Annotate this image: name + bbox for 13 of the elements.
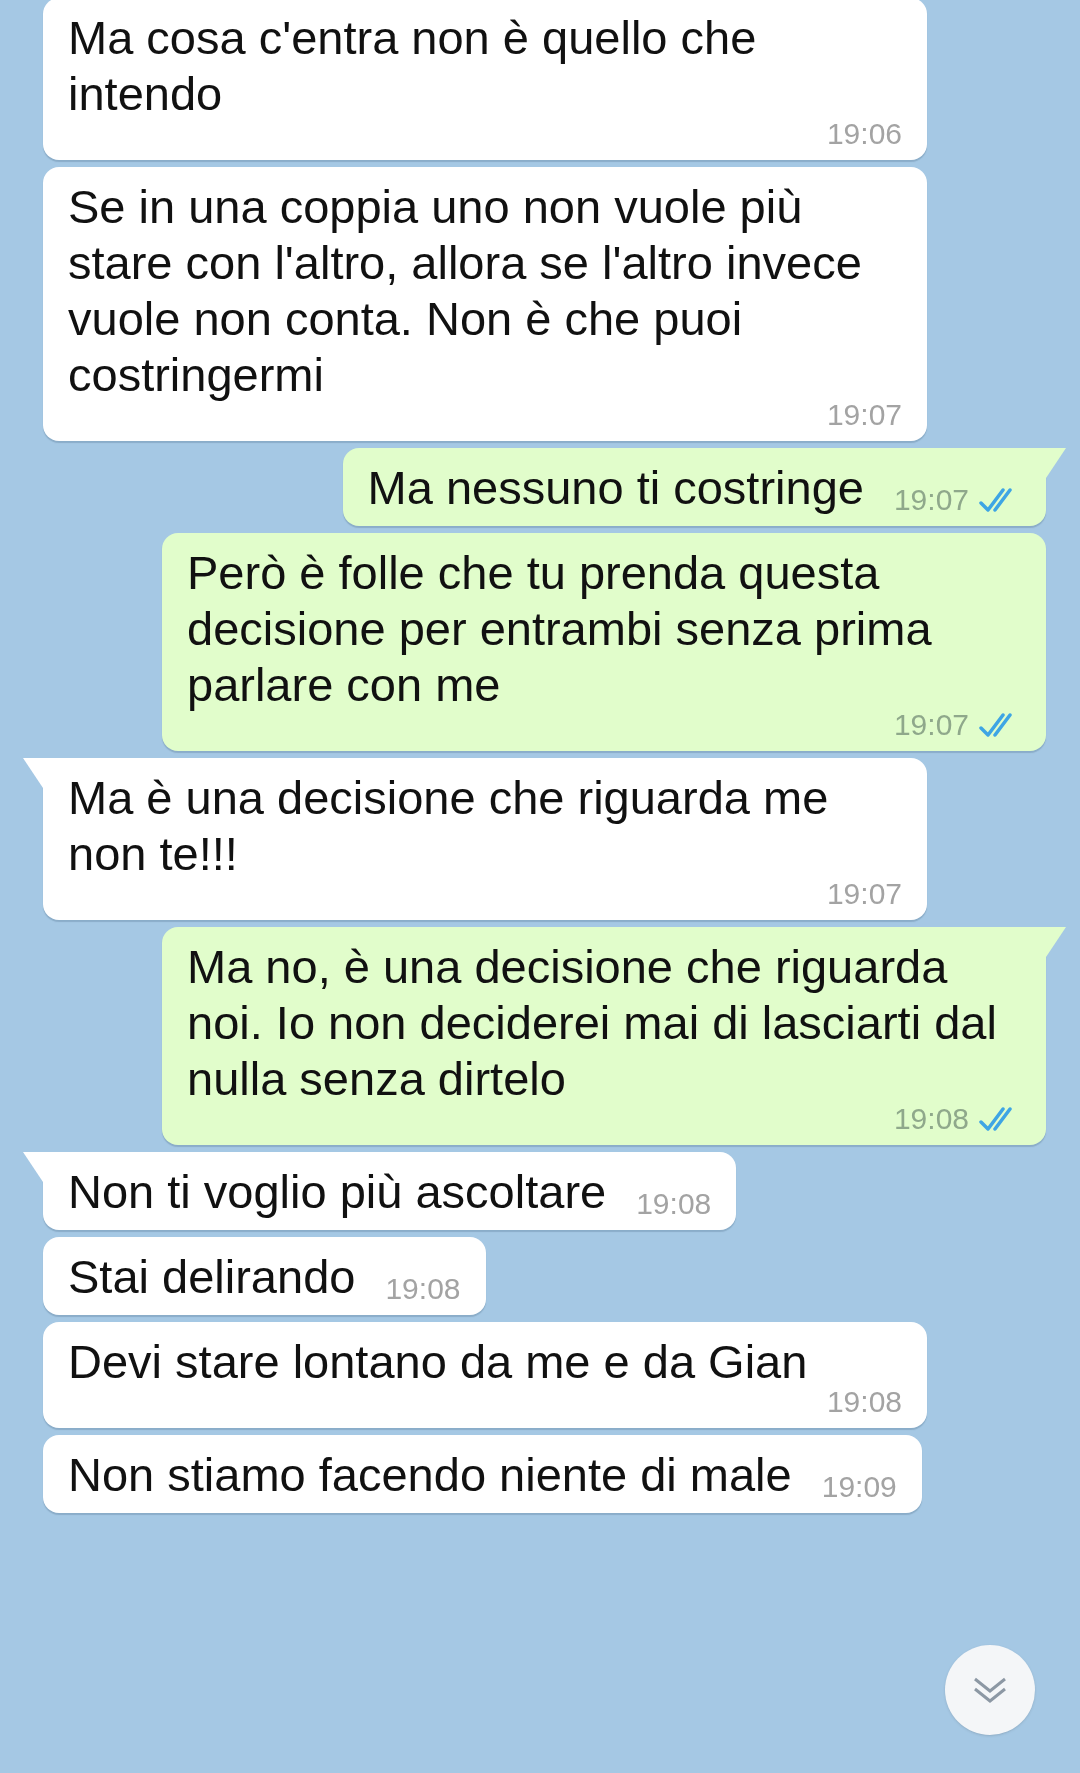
chevron-down-icon	[973, 1676, 1007, 1704]
message-time: 19:09	[821, 1469, 897, 1505]
message-text: Non stiamo facendo niente di male	[68, 1447, 792, 1503]
message-text: Stai delirando	[68, 1249, 356, 1305]
message-text: Ma cosa c'entra non è quello che intendo	[68, 10, 758, 122]
message-time: 19:08	[826, 1384, 902, 1420]
message-text: Non ti voglio più ascoltare	[68, 1164, 607, 1220]
message-time: 19:08	[385, 1271, 461, 1307]
message-time: 19:08	[636, 1186, 712, 1222]
message-text: Devi stare lontano da me e da Gian	[68, 1334, 809, 1390]
message-text: Ma nessuno ti costringe	[367, 460, 864, 516]
message-time: 19:06	[826, 116, 902, 152]
message-time: 19:07	[893, 482, 969, 518]
